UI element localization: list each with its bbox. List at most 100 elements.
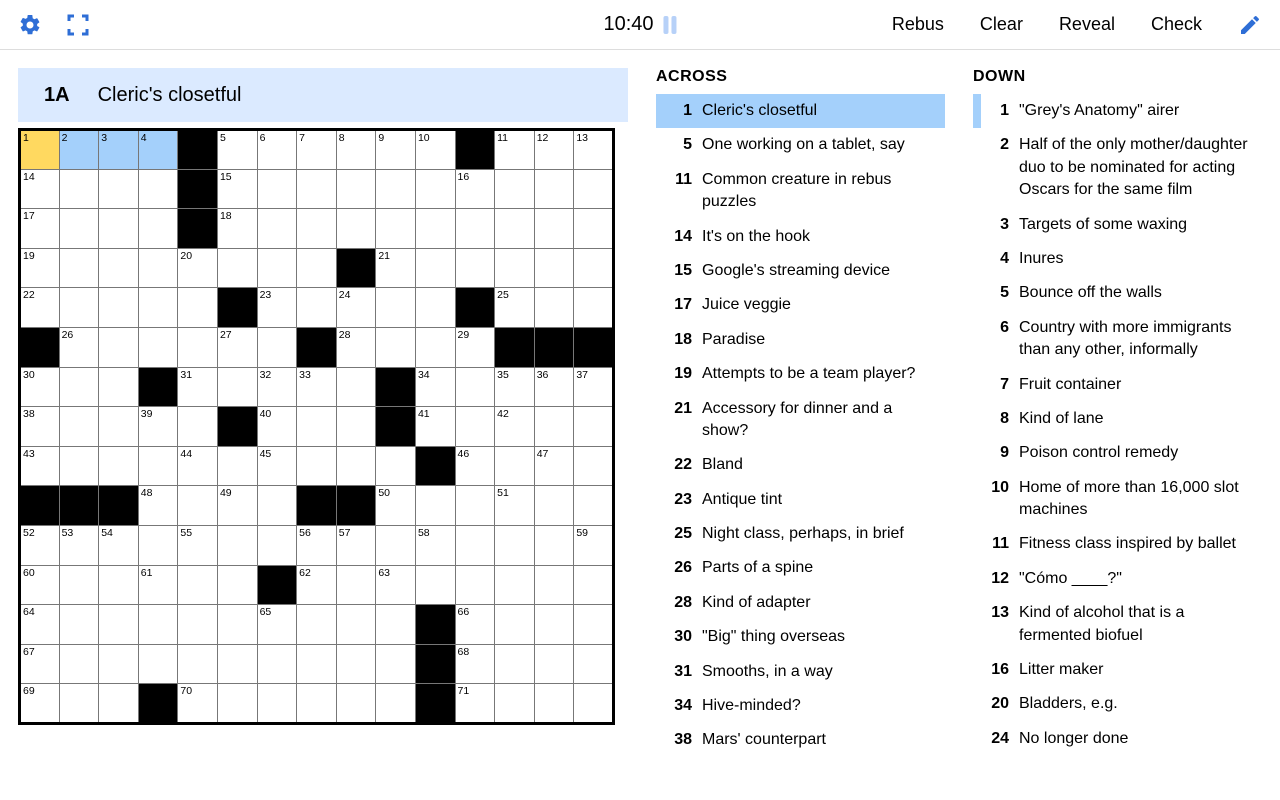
grid-cell[interactable] xyxy=(178,327,218,367)
grid-cell[interactable] xyxy=(376,605,416,645)
grid-cell[interactable] xyxy=(534,209,574,249)
grid-cell[interactable] xyxy=(415,288,455,328)
grid-cell[interactable]: 5 xyxy=(217,130,257,170)
grid-cell[interactable] xyxy=(376,525,416,565)
grid-cell[interactable]: 12 xyxy=(534,130,574,170)
clue-item[interactable]: 9Poison control remedy xyxy=(973,436,1262,470)
grid-cell[interactable]: 26 xyxy=(59,327,99,367)
grid-cell[interactable] xyxy=(376,327,416,367)
clue-item[interactable]: 12"Cómo ____?" xyxy=(973,562,1262,596)
clue-item[interactable]: 1Cleric's closetful xyxy=(656,94,945,128)
grid-cell[interactable] xyxy=(495,525,535,565)
grid-cell[interactable] xyxy=(336,644,376,684)
grid-cell[interactable]: 60 xyxy=(20,565,60,605)
clue-item[interactable]: 13Kind of alcohol that is a fermented bi… xyxy=(973,596,1262,653)
grid-cell[interactable] xyxy=(99,288,139,328)
grid-cell[interactable] xyxy=(495,684,535,724)
grid-cell[interactable] xyxy=(376,169,416,209)
grid-cell[interactable]: 70 xyxy=(178,684,218,724)
grid-cell[interactable]: 71 xyxy=(455,684,495,724)
grid-cell[interactable]: 68 xyxy=(455,644,495,684)
clue-item[interactable]: 11Fitness class inspired by ballet xyxy=(973,527,1262,561)
grid-cell[interactable] xyxy=(336,605,376,645)
grid-cell[interactable] xyxy=(138,288,178,328)
grid-cell[interactable]: 57 xyxy=(336,525,376,565)
clue-item[interactable]: 31Smooths, in a way xyxy=(656,655,945,689)
clue-item[interactable]: 24No longer done xyxy=(973,722,1262,756)
grid-cell[interactable] xyxy=(534,288,574,328)
grid-cell[interactable] xyxy=(178,605,218,645)
grid-cell[interactable] xyxy=(99,248,139,288)
grid-cell[interactable] xyxy=(455,565,495,605)
grid-cell[interactable] xyxy=(99,169,139,209)
clue-item[interactable]: 23Antique tint xyxy=(656,483,945,517)
grid-cell[interactable]: 55 xyxy=(178,525,218,565)
grid-cell[interactable]: 36 xyxy=(534,367,574,407)
grid-cell[interactable] xyxy=(297,407,337,447)
grid-cell[interactable] xyxy=(455,367,495,407)
grid-cell[interactable] xyxy=(257,248,297,288)
grid-cell[interactable]: 65 xyxy=(257,605,297,645)
grid-cell[interactable]: 2 xyxy=(59,130,99,170)
grid-cell[interactable] xyxy=(217,565,257,605)
grid-cell[interactable] xyxy=(376,684,416,724)
grid-cell[interactable]: 13 xyxy=(574,130,614,170)
grid-cell[interactable]: 49 xyxy=(217,486,257,526)
grid-cell[interactable]: 47 xyxy=(534,446,574,486)
grid-cell[interactable] xyxy=(297,248,337,288)
grid-cell[interactable] xyxy=(534,248,574,288)
clue-item[interactable]: 6Country with more immigrants than any o… xyxy=(973,311,1262,368)
grid-cell[interactable] xyxy=(297,209,337,249)
grid-cell[interactable] xyxy=(534,486,574,526)
grid-cell[interactable] xyxy=(376,644,416,684)
grid-cell[interactable] xyxy=(257,486,297,526)
grid-cell[interactable]: 20 xyxy=(178,248,218,288)
grid-cell[interactable]: 58 xyxy=(415,525,455,565)
clue-item[interactable]: 38Mars' counterpart xyxy=(656,723,945,757)
grid-cell[interactable]: 51 xyxy=(495,486,535,526)
grid-cell[interactable] xyxy=(99,209,139,249)
grid-cell[interactable]: 15 xyxy=(217,169,257,209)
clue-item[interactable]: 26Parts of a spine xyxy=(656,551,945,585)
grid-cell[interactable] xyxy=(534,684,574,724)
grid-cell[interactable] xyxy=(138,169,178,209)
crossword-grid[interactable]: 1234567891011121314151617181920212223242… xyxy=(18,128,615,725)
clue-item[interactable]: 30"Big" thing overseas xyxy=(656,620,945,654)
grid-cell[interactable] xyxy=(217,605,257,645)
grid-cell[interactable]: 45 xyxy=(257,446,297,486)
grid-cell[interactable]: 62 xyxy=(297,565,337,605)
grid-cell[interactable] xyxy=(336,367,376,407)
grid-cell[interactable]: 27 xyxy=(217,327,257,367)
clue-item[interactable]: 20Bladders, e.g. xyxy=(973,687,1262,721)
down-clue-list[interactable]: 1"Grey's Anatomy" airer2Half of the only… xyxy=(973,94,1262,800)
grid-cell[interactable]: 1 xyxy=(20,130,60,170)
settings-icon[interactable] xyxy=(18,13,42,37)
grid-cell[interactable]: 19 xyxy=(20,248,60,288)
grid-cell[interactable]: 29 xyxy=(455,327,495,367)
grid-cell[interactable] xyxy=(574,486,614,526)
grid-cell[interactable]: 3 xyxy=(99,130,139,170)
grid-cell[interactable] xyxy=(574,169,614,209)
reveal-button[interactable]: Reveal xyxy=(1059,14,1115,35)
grid-cell[interactable]: 63 xyxy=(376,565,416,605)
grid-cell[interactable] xyxy=(257,209,297,249)
grid-cell[interactable] xyxy=(574,407,614,447)
clue-item[interactable]: 15Google's streaming device xyxy=(656,254,945,288)
grid-cell[interactable]: 54 xyxy=(99,525,139,565)
grid-cell[interactable] xyxy=(534,525,574,565)
clear-button[interactable]: Clear xyxy=(980,14,1023,35)
grid-cell[interactable] xyxy=(455,525,495,565)
grid-cell[interactable] xyxy=(217,446,257,486)
grid-cell[interactable]: 28 xyxy=(336,327,376,367)
grid-cell[interactable] xyxy=(336,407,376,447)
grid-cell[interactable] xyxy=(99,605,139,645)
grid-cell[interactable] xyxy=(297,644,337,684)
grid-cell[interactable] xyxy=(257,525,297,565)
grid-cell[interactable]: 21 xyxy=(376,248,416,288)
grid-cell[interactable] xyxy=(574,446,614,486)
grid-cell[interactable] xyxy=(455,248,495,288)
grid-cell[interactable]: 61 xyxy=(138,565,178,605)
grid-cell[interactable] xyxy=(495,605,535,645)
grid-cell[interactable] xyxy=(178,486,218,526)
grid-cell[interactable]: 9 xyxy=(376,130,416,170)
